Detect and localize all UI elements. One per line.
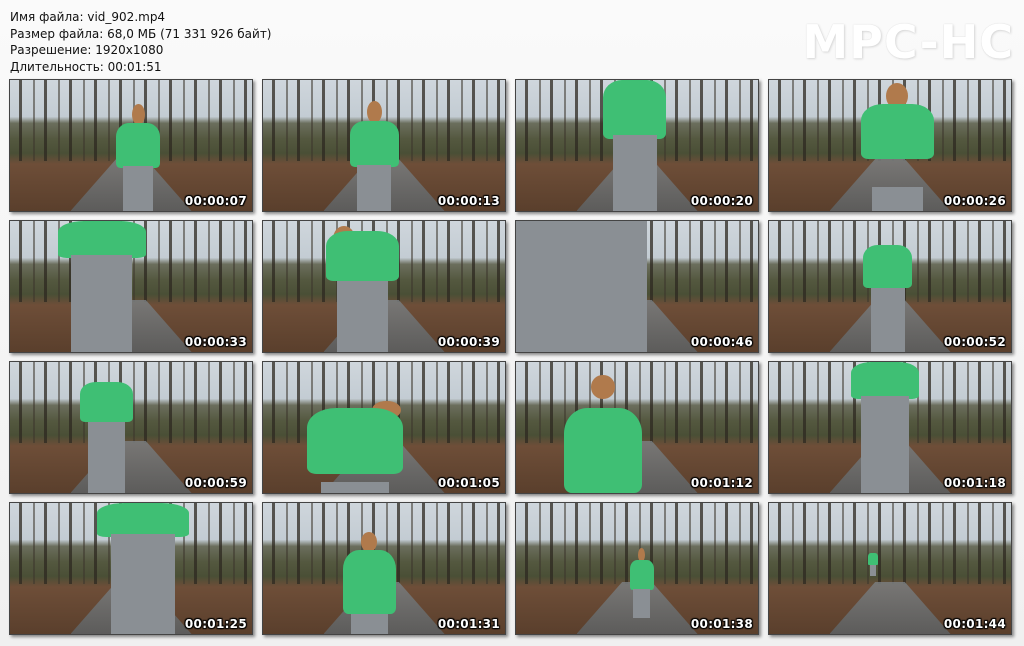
timestamp: 00:01:12 <box>690 476 753 490</box>
timestamp: 00:00:59 <box>184 476 247 490</box>
file-size-line: Размер файла: 68,0 МБ (71 331 926 байт) <box>10 26 272 41</box>
thumbnail: 00:00:26 <box>768 79 1012 212</box>
timestamp: 00:01:25 <box>184 617 247 631</box>
figure <box>342 531 397 634</box>
thumbnail: 00:00:52 <box>768 220 1012 353</box>
duration-line: Длительность: 00:01:51 <box>10 59 162 74</box>
thumbnail: 00:01:44 <box>768 502 1012 635</box>
thumbnail: 00:00:39 <box>262 220 506 353</box>
thumbnail: 00:00:59 <box>9 361 253 494</box>
figure <box>80 381 134 493</box>
thumbnail: 00:01:31 <box>262 502 506 635</box>
thumbnail: 00:00:07 <box>9 79 253 212</box>
timestamp: 00:00:52 <box>943 335 1006 349</box>
file-name-line: Имя файла: vid_902.mp4 <box>10 10 166 24</box>
timestamp: 00:01:44 <box>943 617 1006 631</box>
figure <box>860 80 934 211</box>
timestamp: 00:01:05 <box>437 476 500 490</box>
timestamp: 00:00:07 <box>184 194 247 208</box>
timestamp: 00:01:38 <box>690 617 753 631</box>
thumbnail: 00:01:38 <box>515 502 759 635</box>
figure <box>851 362 920 493</box>
figure <box>629 547 654 619</box>
timestamp: 00:00:13 <box>437 194 500 208</box>
timestamp: 00:00:33 <box>184 335 247 349</box>
thumbnail: 00:00:13 <box>262 79 506 212</box>
figure <box>868 552 878 577</box>
thumbnail: 00:01:12 <box>515 361 759 494</box>
resolution-line: Разрешение: 1920x1080 <box>10 43 164 57</box>
thumbnail: 00:01:05 <box>262 361 506 494</box>
timestamp: 00:00:20 <box>690 194 753 208</box>
timestamp: 00:00:26 <box>943 194 1006 208</box>
figure <box>603 80 667 211</box>
figure <box>516 221 647 352</box>
figure <box>58 221 146 352</box>
figure <box>350 100 399 211</box>
timestamp: 00:00:46 <box>690 335 753 349</box>
timestamp: 00:01:18 <box>943 476 1006 490</box>
figure <box>863 244 912 352</box>
thumbnail-grid: 00:00:07 00:00:13 00:00:20 00:00:26 00:0… <box>9 79 1012 635</box>
file-info: Имя файла: vid_902.mp4 Размер файла: 68,… <box>10 9 272 75</box>
figure <box>97 503 190 634</box>
thumbnail: 00:00:20 <box>515 79 759 212</box>
thumbnail: 00:01:18 <box>768 361 1012 494</box>
timestamp: 00:01:31 <box>437 617 500 631</box>
thumbnail: 00:01:25 <box>9 502 253 635</box>
mpc-hc-logo: MPC-HC <box>802 15 1014 69</box>
timestamp: 00:00:39 <box>437 335 500 349</box>
figure <box>564 375 642 493</box>
figure <box>306 399 404 493</box>
thumbnail: 00:00:46 <box>515 220 759 353</box>
figure <box>116 103 161 211</box>
figure <box>325 221 399 352</box>
thumbnail: 00:00:33 <box>9 220 253 353</box>
